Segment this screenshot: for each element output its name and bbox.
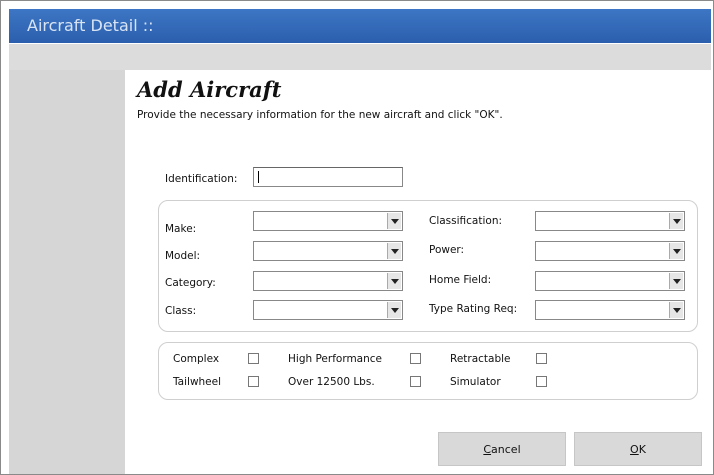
window-title: Aircraft Detail :: — [27, 16, 154, 35]
home-field-label: Home Field: — [429, 274, 492, 286]
over-12500-checkbox[interactable] — [410, 376, 421, 387]
ok-mnemonic: O — [630, 442, 639, 456]
model-label: Model: — [165, 250, 201, 262]
retractable-label: Retractable — [450, 353, 511, 365]
ok-label: K — [638, 442, 646, 456]
chevron-down-icon[interactable] — [669, 273, 683, 289]
make-select[interactable] — [253, 211, 403, 231]
over-12500-label: Over 12500 Lbs. — [288, 376, 375, 388]
chevron-down-icon[interactable] — [669, 243, 683, 259]
sidebar-panel — [9, 70, 125, 474]
tailwheel-label: Tailwheel — [173, 376, 222, 388]
chevron-down-icon[interactable] — [387, 273, 401, 289]
ok-button[interactable]: OK — [574, 432, 702, 466]
identification-input[interactable] — [253, 167, 403, 187]
tailwheel-checkbox[interactable] — [248, 376, 259, 387]
class-label: Class: — [165, 305, 197, 317]
class-select[interactable] — [253, 300, 403, 320]
classification-label: Classification: — [429, 215, 503, 227]
chevron-down-icon[interactable] — [669, 213, 683, 229]
chevron-down-icon[interactable] — [387, 213, 401, 229]
complex-label: Complex — [173, 353, 220, 365]
instructions-text: Provide the necessary information for th… — [137, 109, 503, 121]
make-label: Make: — [165, 223, 197, 235]
high-performance-checkbox[interactable] — [410, 353, 421, 364]
dialog-window: Aircraft Detail :: Add Aircraft Provide … — [0, 0, 714, 475]
simulator-checkbox[interactable] — [536, 376, 547, 387]
chevron-down-icon[interactable] — [387, 302, 401, 318]
aircraft-options-group — [158, 342, 698, 400]
type-rating-select[interactable] — [535, 300, 685, 320]
power-select[interactable] — [535, 241, 685, 261]
title-bar: Aircraft Detail :: — [9, 9, 711, 43]
text-caret — [258, 171, 259, 183]
category-select[interactable] — [253, 271, 403, 291]
model-select[interactable] — [253, 241, 403, 261]
identification-label: Identification: — [165, 173, 238, 185]
cancel-label: ancel — [491, 442, 521, 456]
type-rating-label: Type Rating Req: — [429, 303, 518, 315]
complex-checkbox[interactable] — [248, 353, 259, 364]
simulator-label: Simulator — [450, 376, 501, 388]
power-label: Power: — [429, 244, 465, 256]
cancel-mnemonic: C — [483, 442, 492, 456]
page-title: Add Aircraft — [137, 77, 282, 102]
chevron-down-icon[interactable] — [669, 302, 683, 318]
high-performance-label: High Performance — [288, 353, 383, 365]
chevron-down-icon[interactable] — [387, 243, 401, 259]
home-field-select[interactable] — [535, 271, 685, 291]
toolbar-strip — [9, 44, 711, 70]
cancel-button[interactable]: Cancel — [438, 432, 566, 466]
classification-select[interactable] — [535, 211, 685, 231]
category-label: Category: — [165, 277, 216, 289]
retractable-checkbox[interactable] — [536, 353, 547, 364]
